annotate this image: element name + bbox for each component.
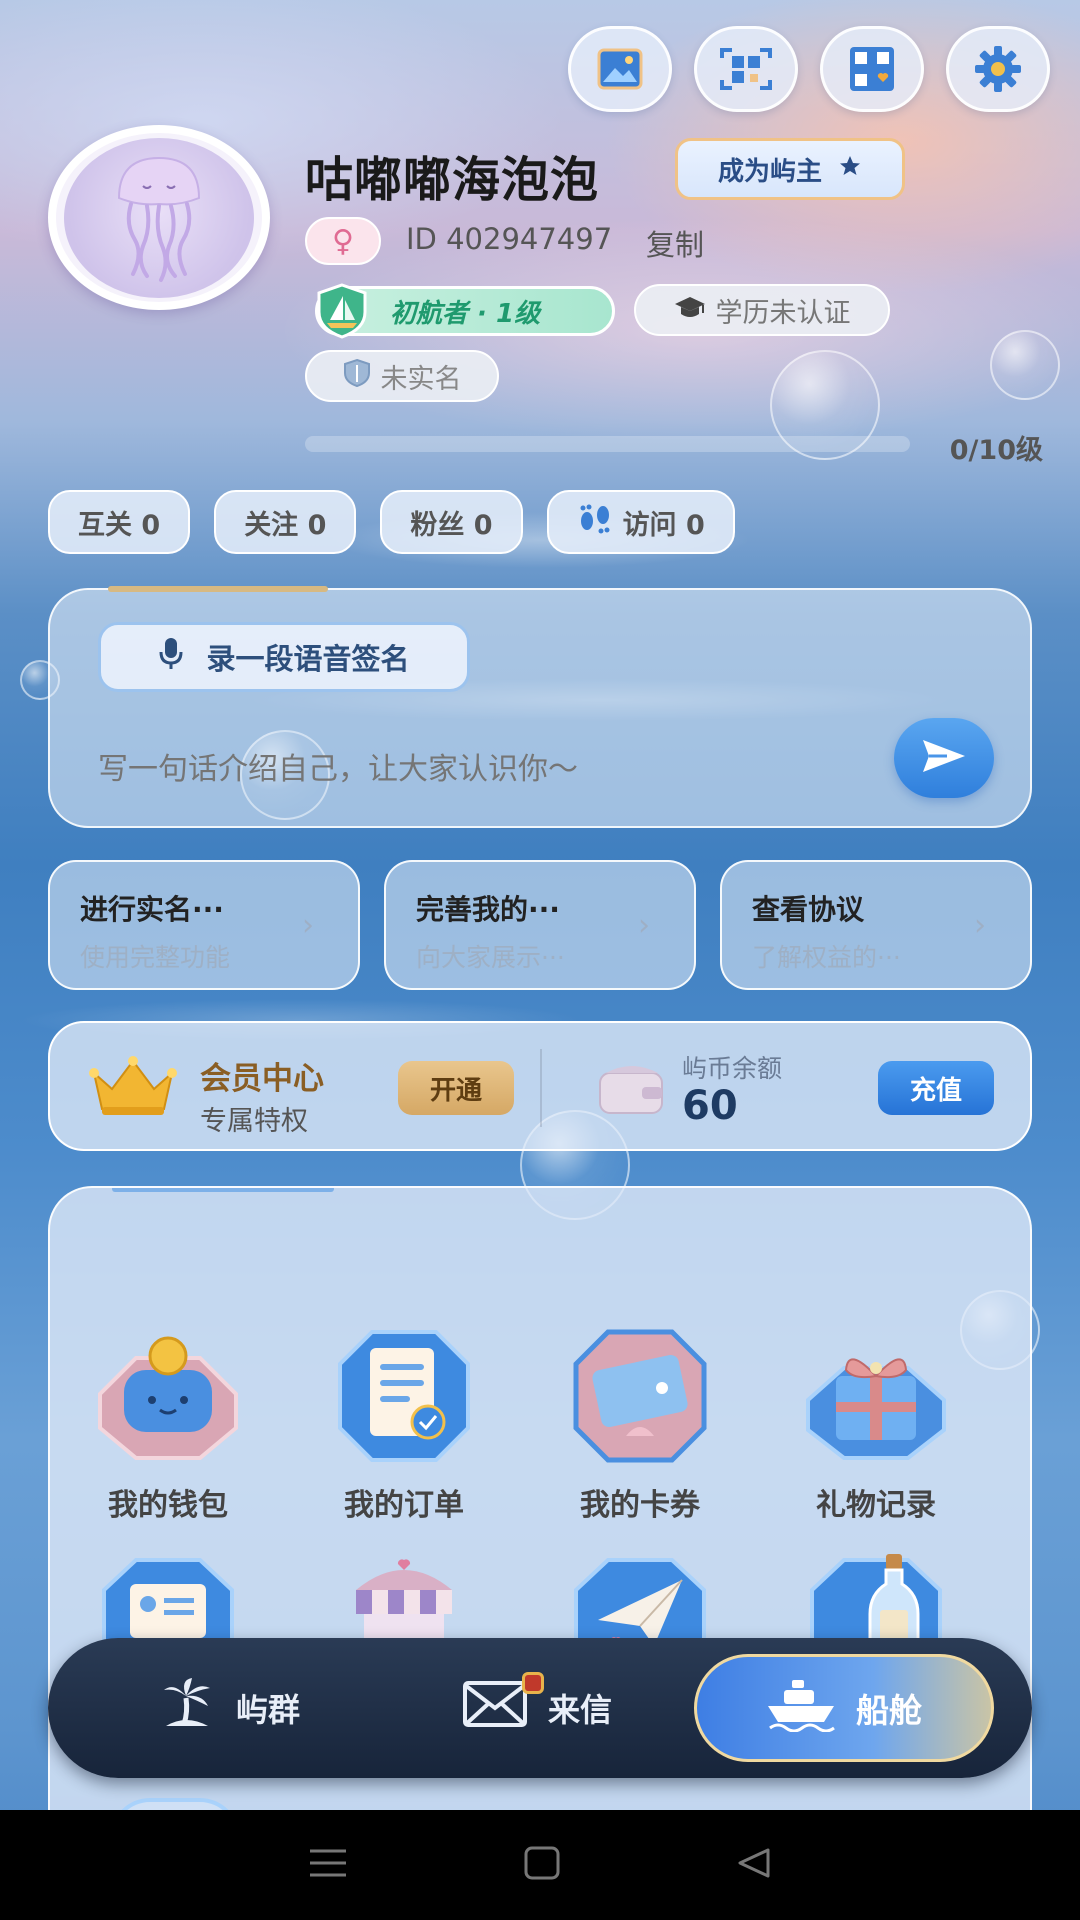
panel-tab-indicator: [112, 1188, 334, 1192]
tool-label: 我的订单: [344, 1488, 464, 1523]
jellyfish-avatar-image: [64, 137, 254, 298]
education-badge-label: 学历未认证: [715, 297, 851, 329]
system-nav-bar: [0, 1810, 1080, 1920]
become-owner-button[interactable]: 成为屿主: [675, 138, 905, 200]
task-title: 查看协议: [752, 893, 865, 926]
shield-icon: [343, 358, 371, 395]
graduation-cap-icon: [674, 293, 706, 328]
crown-icon: [88, 1055, 178, 1119]
level-progress-text: 0/10级: [949, 435, 1043, 466]
level-badge-label: 初航者 · 1级: [390, 298, 541, 329]
nav-label: 来信: [548, 1691, 613, 1729]
open-membership-button[interactable]: 开通: [398, 1061, 514, 1115]
bottom-nav: 屿群 来信 船舱: [48, 1638, 1032, 1778]
nav-item-mail[interactable]: 来信: [462, 1638, 612, 1778]
chevron-right-icon: ›: [638, 908, 650, 943]
realname-badge-label: 未实名: [380, 363, 462, 395]
member-center-subtitle: 专属特权: [200, 1106, 308, 1137]
order-icon: [338, 1330, 470, 1462]
card-tab-indicator: [108, 586, 328, 592]
task-title: 进行实名···: [80, 893, 224, 926]
nav-item-islands[interactable]: 屿群: [160, 1638, 300, 1778]
task-card-realname[interactable]: 进行实名··· 使用完整功能 ›: [48, 860, 360, 990]
task-subtitle: 了解权益的···: [752, 943, 901, 972]
nav-label: 船舱: [856, 1691, 922, 1730]
stat-label: 粉丝 0: [410, 509, 493, 541]
signature-input[interactable]: [98, 752, 858, 787]
settings-icon[interactable]: [946, 26, 1050, 112]
gift-icon: [806, 1358, 946, 1460]
footprints-icon: [577, 503, 613, 542]
coupon-icon: [573, 1329, 707, 1463]
microphone-icon: [158, 636, 184, 679]
signature-card: 录一段语音签名: [48, 586, 1032, 828]
task-title: 完善我的···: [416, 893, 560, 926]
task-subtitle: 使用完整功能: [80, 943, 231, 972]
stat-following[interactable]: 关注 0: [214, 490, 357, 554]
menu-icon[interactable]: [308, 1847, 348, 1883]
record-voice-label: 录一段语音签名: [206, 642, 410, 676]
stat-label: 访问 0: [622, 509, 705, 541]
stat-followers[interactable]: 粉丝 0: [380, 490, 523, 554]
tool-wallet[interactable]: 我的钱包: [50, 1318, 286, 1524]
divider: [540, 1049, 542, 1127]
tool-label: 礼物记录: [816, 1488, 936, 1523]
ship-icon: [766, 1676, 836, 1740]
tool-label: 我的钱包: [108, 1488, 228, 1523]
tool-orders[interactable]: 我的订单: [286, 1318, 522, 1524]
palm-island-icon: [160, 1676, 216, 1740]
gallery-icon[interactable]: [568, 26, 672, 112]
coin-balance-label: 屿币余额: [682, 1054, 783, 1083]
record-voice-signature-button[interactable]: 录一段语音签名: [98, 622, 470, 692]
wallet-icon: [98, 1336, 238, 1460]
social-stats: 互关 0 关注 0 粉丝 0 访问 0: [48, 490, 735, 554]
top-toolbar: [568, 26, 1050, 112]
level-progress-bar: [305, 436, 910, 452]
unread-badge: [522, 1672, 544, 1694]
bubble-decoration: [990, 330, 1060, 400]
member-center-title: 会员中心: [200, 1061, 324, 1097]
recharge-button[interactable]: 充值: [878, 1061, 994, 1115]
qrcode-icon[interactable]: [820, 26, 924, 112]
nickname: 咕嘟嘟海泡泡: [305, 152, 600, 208]
paper-plane-icon: [921, 736, 967, 780]
become-owner-label: 成为屿主: [717, 156, 822, 187]
realname-badge[interactable]: 未实名: [305, 350, 499, 402]
back-icon[interactable]: [736, 1846, 772, 1884]
home-icon[interactable]: [524, 1846, 560, 1884]
user-id: ID 402947497: [406, 222, 613, 256]
mail-icon: [462, 1680, 528, 1736]
tool-label: 我的卡券: [580, 1488, 700, 1523]
stat-visitors[interactable]: 访问 0: [546, 490, 735, 554]
stat-mutual[interactable]: 互关 0: [48, 490, 191, 554]
star-icon: [838, 154, 862, 185]
send-button[interactable]: [894, 718, 994, 798]
avatar[interactable]: [48, 125, 270, 310]
education-badge[interactable]: 学历未认证: [634, 284, 890, 336]
tool-gifts[interactable]: 礼物记录: [758, 1318, 994, 1524]
nav-item-cabin[interactable]: 船舱: [694, 1654, 994, 1762]
stat-label: 互关 0: [78, 509, 161, 541]
scan-icon[interactable]: [694, 26, 798, 112]
sailboat-shield-icon: [313, 282, 371, 340]
task-cards: 进行实名··· 使用完整功能 › 完善我的··· 向大家展示··· › 查看协议…: [48, 860, 1032, 990]
gender-female-icon: ♀: [305, 217, 381, 265]
member-center-bar: 会员中心 专属特权 开通 屿币余额 60 充值: [48, 1021, 1032, 1151]
task-card-agreement[interactable]: 查看协议 了解权益的··· ›: [720, 860, 1032, 990]
stat-label: 关注 0: [244, 509, 327, 541]
coin-balance-value: 60: [682, 1083, 738, 1129]
purse-icon: [592, 1057, 672, 1119]
chevron-right-icon: ›: [302, 908, 314, 943]
chevron-right-icon: ›: [974, 908, 986, 943]
nav-label: 屿群: [236, 1691, 301, 1729]
tool-coupons[interactable]: 我的卡券: [522, 1318, 758, 1524]
task-card-profile[interactable]: 完善我的··· 向大家展示··· ›: [384, 860, 696, 990]
copy-id-button[interactable]: 复制: [646, 222, 704, 264]
task-subtitle: 向大家展示···: [416, 943, 565, 972]
